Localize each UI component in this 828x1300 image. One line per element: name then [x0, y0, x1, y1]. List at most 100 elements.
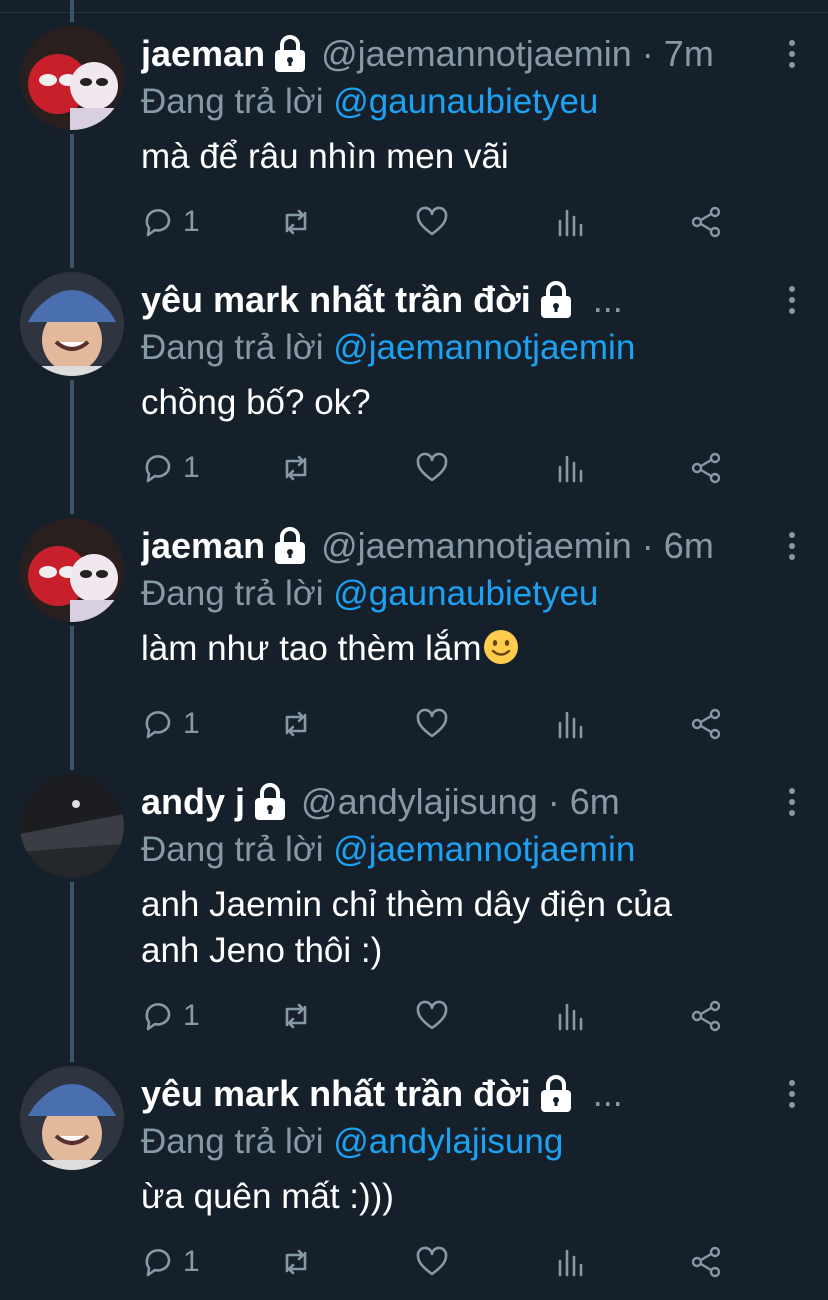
reply-button[interactable]: 1 [141, 448, 200, 488]
timestamp[interactable]: 6m [570, 780, 620, 824]
mention-link[interactable]: @andylajisung [333, 1122, 563, 1161]
display-name[interactable]: jaeman [141, 524, 265, 568]
retweet-button[interactable] [279, 1242, 313, 1282]
user-handle[interactable]: @andylajisung [301, 780, 538, 824]
mention-link[interactable]: @jaemannotjaemin [333, 328, 635, 367]
tweet-header: jaeman @jaemannotjaemin · 6m [141, 524, 768, 568]
truncated-handle: ... [592, 1073, 623, 1114]
retweet-button[interactable] [279, 704, 313, 744]
more-icon[interactable] [786, 1080, 798, 1112]
like-button[interactable] [415, 448, 449, 488]
reply-count: 1 [183, 205, 200, 238]
avatar[interactable] [20, 272, 124, 376]
spiderman-avatar-image [20, 26, 124, 130]
reply-button[interactable]: 1 [141, 996, 200, 1036]
share-button[interactable] [689, 996, 723, 1036]
reply-prefix: Đang trả lời [141, 1122, 324, 1161]
reply-button[interactable]: 1 [141, 1242, 200, 1282]
separator-dot: · [641, 33, 654, 74]
action-bar: 1 [141, 996, 741, 1036]
reply-prefix: Đang trả lời [141, 82, 324, 121]
share-icon [691, 1246, 721, 1278]
reply-count: 1 [183, 451, 200, 484]
replying-to: Đang trả lời @andylajisung [141, 1120, 563, 1164]
tweet-text-content: làm như tao thèm lắm [141, 629, 482, 668]
reply-button[interactable]: 1 [141, 202, 200, 242]
like-button[interactable] [415, 704, 449, 744]
reply-icon [145, 1249, 171, 1277]
reply-prefix: Đang trả lời [141, 574, 324, 613]
like-button[interactable] [415, 1242, 449, 1282]
display-name[interactable]: jaeman [141, 32, 265, 76]
retweet-icon [285, 1003, 307, 1029]
share-icon [691, 708, 721, 740]
share-icon [691, 1000, 721, 1032]
mention-link[interactable]: @gaunaubietyeu [333, 574, 598, 613]
tweet-text: ừa quên mất :))) [141, 1177, 394, 1216]
tweet-text-line: anh Jeno thôi :) [141, 931, 383, 970]
like-icon [416, 206, 448, 236]
bucket-hat-avatar-image [20, 272, 124, 376]
share-button[interactable] [689, 448, 723, 488]
timestamp[interactable]: 6m [664, 524, 714, 568]
like-button[interactable] [415, 202, 449, 242]
lock-icon [275, 35, 306, 72]
retweet-button[interactable] [279, 996, 313, 1036]
tweet-text: anh Jaemin chỉ thèm dây điện của anh Jeno… [141, 882, 781, 974]
retweet-button[interactable] [279, 202, 313, 242]
display-name[interactable]: yêu mark nhất trần đời [141, 278, 531, 322]
share-button[interactable] [689, 704, 723, 744]
replying-to: Đang trả lời @gaunaubietyeu [141, 80, 598, 124]
lock-icon [275, 527, 306, 564]
lock-icon [540, 281, 571, 318]
reply-count: 1 [183, 1245, 200, 1278]
avatar[interactable] [20, 1066, 124, 1170]
share-button[interactable] [689, 1242, 723, 1282]
tweet-header: yêu mark nhất trần đời ... [141, 278, 768, 322]
timestamp[interactable]: 7m [664, 32, 714, 76]
more-icon[interactable] [786, 532, 798, 564]
stats-button[interactable] [553, 704, 587, 744]
stats-button[interactable] [553, 1242, 587, 1282]
more-icon[interactable] [786, 286, 798, 318]
retweet-icon [285, 1249, 307, 1275]
display-name[interactable]: andy j [141, 780, 245, 824]
stats-button[interactable] [553, 448, 587, 488]
bucket-hat-avatar-image [20, 1066, 124, 1170]
tweet-text: chồng bố? ok? [141, 383, 371, 422]
reply-icon [145, 209, 171, 237]
stats-button[interactable] [553, 202, 587, 242]
tweet-text: làm như tao thèm lắm [141, 626, 781, 672]
thread-line [70, 134, 74, 268]
retweet-icon [285, 209, 307, 235]
user-handle[interactable]: @jaemannotjaemin [321, 524, 632, 568]
like-icon [416, 708, 448, 738]
avatar[interactable] [20, 518, 124, 622]
action-bar: 1 [141, 1242, 741, 1282]
action-bar: 1 [141, 704, 741, 744]
more-icon[interactable] [786, 40, 798, 72]
action-bar: 1 [141, 202, 741, 242]
avatar[interactable] [20, 26, 124, 130]
stats-icon [558, 209, 583, 237]
lock-icon [540, 1075, 571, 1112]
more-icon[interactable] [786, 788, 798, 820]
retweet-button[interactable] [279, 448, 313, 488]
like-icon [416, 452, 448, 482]
separator-dot: · [641, 525, 654, 566]
mention-link[interactable]: @gaunaubietyeu [333, 82, 598, 121]
user-handle[interactable]: @jaemannotjaemin [321, 32, 632, 76]
top-divider [0, 0, 828, 13]
display-name[interactable]: yêu mark nhất trần đời [141, 1072, 531, 1116]
like-button[interactable] [415, 996, 449, 1036]
share-button[interactable] [689, 202, 723, 242]
reply-button[interactable]: 1 [141, 704, 200, 744]
replying-to: Đang trả lời @jaemannotjaemin [141, 326, 635, 370]
stats-button[interactable] [553, 996, 587, 1036]
lock-icon [255, 783, 286, 820]
tweet-header: jaeman @jaemannotjaemin · 7m [141, 32, 768, 76]
mention-link[interactable]: @jaemannotjaemin [333, 830, 635, 869]
truncated-handle: ... [592, 279, 623, 320]
reply-prefix: Đang trả lời [141, 830, 324, 869]
avatar[interactable] [20, 774, 124, 878]
